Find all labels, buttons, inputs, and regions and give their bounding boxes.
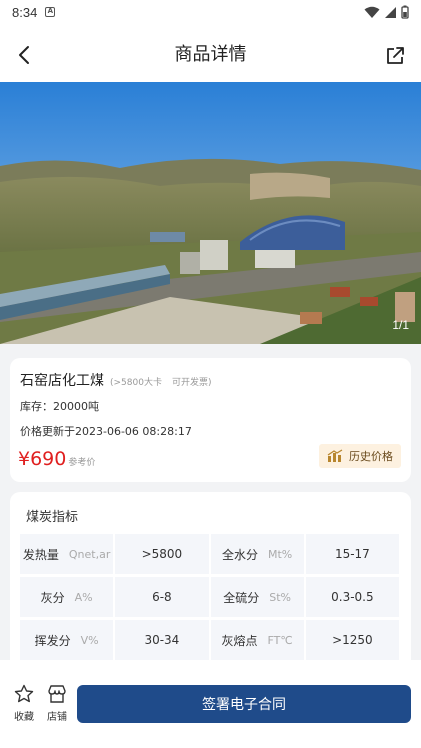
sign-contract-button[interactable]: 签署电子合同 <box>77 685 411 723</box>
indicator-unit: St% <box>269 590 291 604</box>
stock-text: 库存：20000吨 <box>20 400 99 413</box>
indicator-label: 挥发分 <box>34 633 71 648</box>
store-button[interactable]: 店铺 <box>43 684 71 723</box>
favorite-button[interactable]: 收藏 <box>10 684 38 723</box>
indicator-value: 6-8 <box>115 577 209 617</box>
indicator-row: 发热量 Qnet,ar >5800 全水分 Mt% 15-17 <box>20 534 401 574</box>
product-info-card: 石窑店化工煤 (>5800大卡 可开发票) 库存：20000吨 价格更新于202… <box>10 358 411 482</box>
nav-bar: 商品详情 <box>0 24 421 82</box>
indicator-table: 发热量 Qnet,ar >5800 全水分 Mt% 15-17 灰分 A% 6-8 全… <box>20 534 401 663</box>
indicator-row: 灰分 A% 6-8 全硫分 St% 0.3-0.5 <box>20 577 401 617</box>
battery-icon <box>401 5 409 19</box>
history-price-label: 历史价格 <box>349 450 393 463</box>
price-value: ¥690 <box>18 448 67 470</box>
image-counter: 1/1 <box>392 318 409 332</box>
favorite-label: 收藏 <box>14 712 34 723</box>
coal-indicators-title: 煤炭指标 <box>26 510 79 525</box>
indicator-value: 30-34 <box>115 620 209 660</box>
indicator-label: 全水分 <box>221 547 258 562</box>
store-label: 店铺 <box>47 712 67 723</box>
indicator-key: 挥发分 V% <box>20 620 114 660</box>
coal-indicators-card: 煤炭指标 发热量 Qnet,ar >5800 全水分 Mt% 15-17 灰分 A% … <box>10 492 411 672</box>
price-note: 参考价 <box>68 458 96 468</box>
notification-badge-icon: A <box>45 7 56 17</box>
indicator-unit: V% <box>80 633 99 647</box>
bottom-action-bar: 收藏 店铺 签署电子合同 <box>0 660 421 748</box>
history-price-button[interactable]: 历史价格 <box>319 444 401 468</box>
coal-plant-photo <box>0 82 421 344</box>
indicator-value: 0.3-0.5 <box>305 577 399 617</box>
indicator-unit: Qnet,ar <box>68 547 111 561</box>
store-icon <box>48 685 66 703</box>
price-updated-text: 价格更新于2023-06-06 08:28:17 <box>20 425 192 438</box>
indicator-value: >5800 <box>115 534 209 574</box>
status-time: 8:34 <box>12 4 38 20</box>
price-row: ¥690 参考价 <box>18 448 95 470</box>
indicator-key: 发热量 Qnet,ar <box>20 534 114 574</box>
product-name-row: 石窑店化工煤 (>5800大卡 可开发票) <box>20 370 211 390</box>
indicator-unit: FT℃ <box>267 633 293 647</box>
indicator-key: 全硫分 St% <box>210 577 304 617</box>
status-bar: 8:34 A <box>0 0 421 24</box>
calorific-tag: (>5800大卡 <box>110 378 162 388</box>
indicator-key: 灰熔点 FT℃ <box>210 620 304 660</box>
indicator-label: 灰熔点 <box>221 633 258 648</box>
signal-icon <box>385 6 396 18</box>
status-icons <box>364 5 409 19</box>
indicator-unit: A% <box>74 590 93 604</box>
indicator-value: >1250 <box>305 620 399 660</box>
share-icon[interactable] <box>385 46 405 66</box>
product-name: 石窑店化工煤 <box>20 373 104 389</box>
indicator-label: 灰分 <box>40 590 65 605</box>
indicator-key: 全水分 Mt% <box>210 534 304 574</box>
indicator-row: 挥发分 V% 30-34 灰熔点 FT℃ >1250 <box>20 620 401 660</box>
star-icon <box>14 684 34 703</box>
bar-chart-icon <box>327 449 343 462</box>
indicator-value: 15-17 <box>305 534 399 574</box>
indicator-label: 发热量 <box>22 547 59 562</box>
indicator-label: 全硫分 <box>223 590 260 605</box>
product-image[interactable]: 1/1 <box>0 82 421 344</box>
wifi-icon <box>364 6 380 18</box>
invoice-tag: 可开发票) <box>171 378 212 388</box>
indicator-unit: Mt% <box>268 547 293 561</box>
page-title: 商品详情 <box>174 44 247 65</box>
back-arrow-icon[interactable] <box>14 44 36 66</box>
indicator-key: 灰分 A% <box>20 577 114 617</box>
